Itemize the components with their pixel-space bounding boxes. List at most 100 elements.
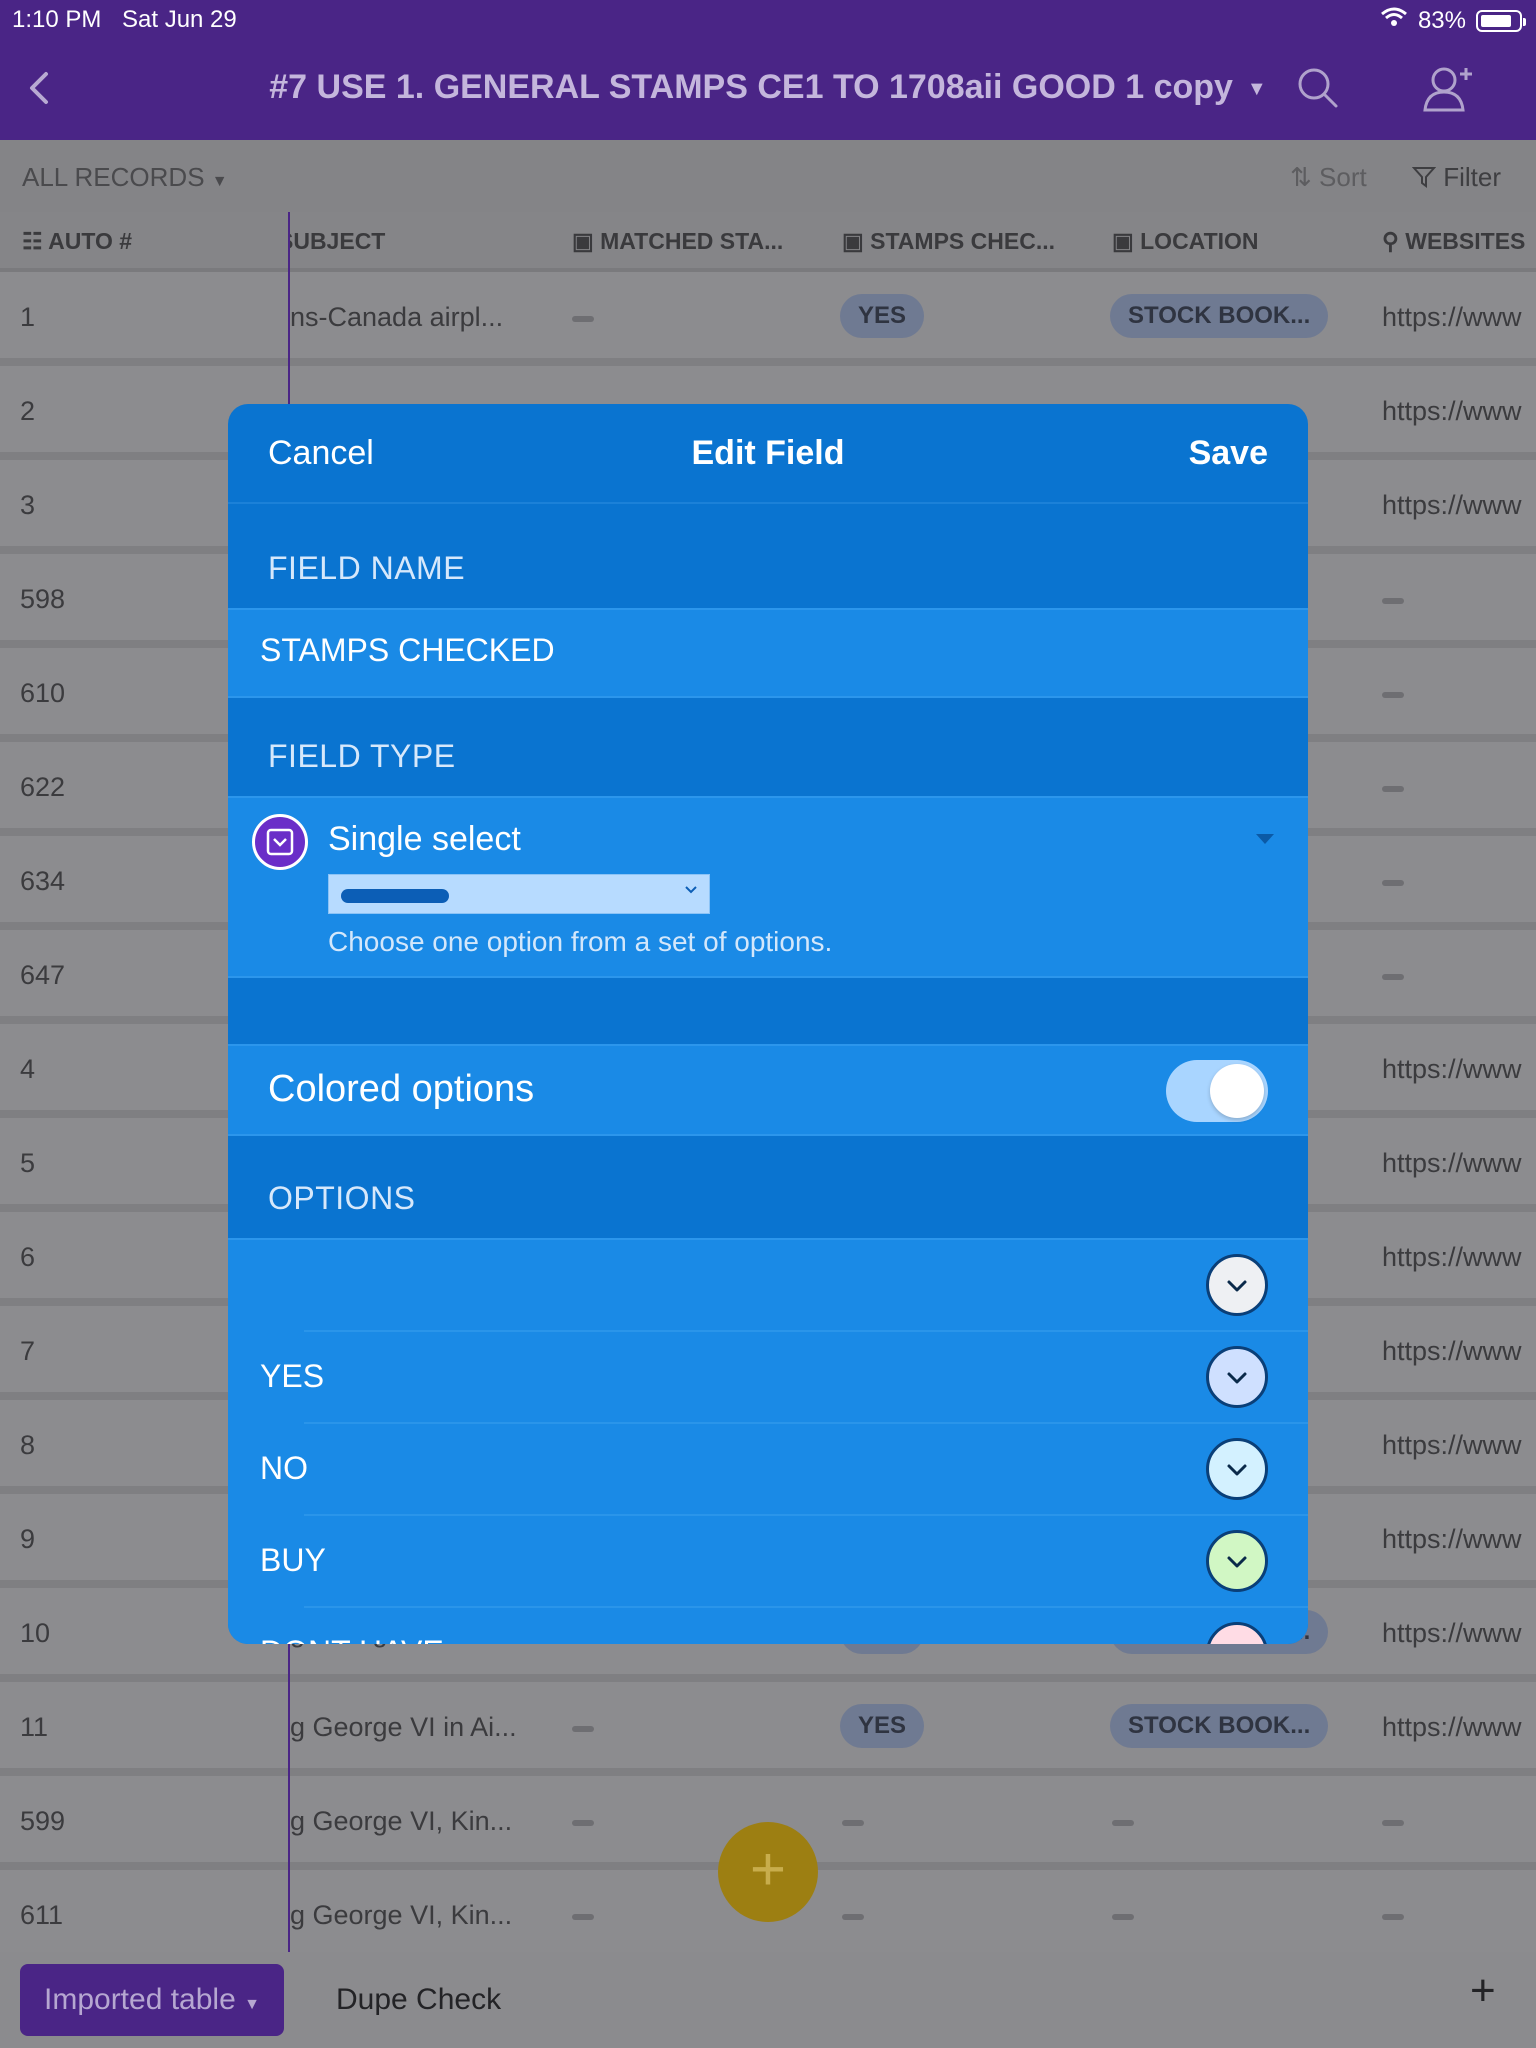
cell-auto-number: 3 — [20, 490, 36, 520]
option-color-chevron-icon[interactable] — [1206, 1346, 1268, 1408]
empty-value-dash — [1112, 1820, 1134, 1826]
cell-website: https://www — [1382, 1336, 1522, 1366]
sort-button[interactable]: ⇅ Sort — [1290, 162, 1367, 193]
column-header-websites[interactable]: ⚲ WEBSITES — [1382, 228, 1525, 255]
empty-value-dash — [572, 1726, 594, 1732]
link-icon: ⚲ — [1382, 228, 1399, 254]
cell-auto-number: 10 — [20, 1618, 51, 1648]
navigation-bar: #7 USE 1. GENERAL STAMPS CE1 TO 1708aii … — [0, 40, 1536, 140]
wifi-icon — [1380, 6, 1408, 35]
cell-subject: g George VI, Kin... — [290, 1900, 513, 1930]
dialog-title: Edit Field — [691, 434, 845, 472]
cell-website: https://www — [1382, 302, 1522, 332]
cell-auto-number: 6 — [20, 1242, 36, 1272]
colored-options-toggle[interactable] — [1166, 1060, 1268, 1122]
cell-auto-number: 599 — [20, 1806, 66, 1836]
edit-field-dialog: Cancel Edit Field Save FIELD NAME STAMPS… — [228, 404, 1308, 1644]
empty-value-dash — [1382, 692, 1404, 698]
cell-auto-number: 634 — [20, 866, 66, 896]
cell-website: https://www — [1382, 490, 1522, 520]
option-row[interactable]: YES — [228, 1332, 1308, 1424]
empty-value-dash — [842, 1820, 864, 1826]
column-header-auto[interactable]: ☷ AUTO # — [22, 228, 132, 255]
field-type-value: Single select — [328, 820, 521, 858]
select-field-icon: ▣ — [572, 228, 594, 254]
sort-icon: ⇅ — [1290, 162, 1312, 192]
table-header: ☷ AUTO # SUBJECT ▣ MATCHED STA... ▣ STAM… — [0, 212, 1536, 272]
empty-value-dash — [1382, 598, 1404, 604]
autonumber-icon: ☷ — [22, 228, 43, 254]
option-row[interactable]: DONT HAVE — [228, 1608, 1308, 1644]
status-bar: 1:10 PM Sat Jun 29 83% — [0, 0, 1536, 40]
column-header-matched[interactable]: ▣ MATCHED STA... — [572, 228, 783, 255]
battery-percent: 83% — [1417, 6, 1466, 34]
empty-value-dash — [1382, 880, 1404, 886]
status-time: 1:10 PM — [12, 6, 102, 33]
chevron-down-icon: ▼ — [1246, 77, 1267, 100]
cell-website: https://www — [1382, 1712, 1522, 1742]
option-row[interactable]: NO — [228, 1424, 1308, 1516]
battery-icon — [1476, 9, 1526, 32]
empty-value-dash — [572, 1820, 594, 1826]
search-icon[interactable] — [1296, 66, 1340, 110]
dialog-header: Cancel Edit Field Save — [228, 404, 1308, 504]
cell-auto-number: 9 — [20, 1524, 36, 1554]
options-label: OPTIONS — [268, 1180, 416, 1216]
field-type-picker[interactable]: Single select Choose one option from a s… — [228, 796, 1308, 978]
filter-button[interactable]: Filter — [1411, 162, 1501, 193]
empty-value-dash — [1382, 1820, 1404, 1826]
single-select-preview — [328, 874, 710, 914]
select-field-icon: ▣ — [1112, 228, 1134, 254]
colored-options-label: Colored options — [268, 1068, 535, 1110]
add-record-button[interactable]: + — [718, 1822, 818, 1922]
filter-icon — [1411, 162, 1443, 192]
cell-auto-number: 622 — [20, 772, 66, 802]
option-row[interactable] — [228, 1240, 1308, 1332]
option-row[interactable]: BUY — [228, 1516, 1308, 1608]
empty-value-dash — [1382, 786, 1404, 792]
cell-website: https://www — [1382, 1242, 1522, 1272]
chevron-down-icon: ▼ — [244, 1996, 260, 2013]
option-label: DONT HAVE — [260, 1634, 444, 1644]
cell-website: https://www — [1382, 1430, 1522, 1460]
field-name-field[interactable]: STAMPS CHECKED — [228, 608, 1308, 698]
cell-auto-number: 1 — [20, 302, 36, 332]
option-color-chevron-icon[interactable] — [1206, 1254, 1268, 1316]
stamps-checked-pill: YES — [840, 1704, 925, 1748]
share-user-icon[interactable] — [1422, 64, 1474, 112]
add-table-button[interactable]: + — [1470, 1966, 1496, 2016]
option-label: BUY — [260, 1542, 326, 1578]
tab-imported-table[interactable]: Imported table ▼ — [20, 1964, 284, 2036]
cell-auto-number: 8 — [20, 1430, 36, 1460]
empty-value-dash — [1382, 1914, 1404, 1920]
base-title: #7 USE 1. GENERAL STAMPS CE1 TO 1708aii … — [269, 68, 1233, 106]
cell-website: https://www — [1382, 1054, 1522, 1084]
table-row[interactable]: 1 ns-Canada airpl... YES STOCK BOOK... https… — [0, 272, 1536, 366]
column-header-subject[interactable]: SUBJECT — [290, 228, 410, 255]
table-toolbar: ALL RECORDS ▼ ⇅ Sort Filter — [0, 140, 1536, 212]
column-header-stamps-checked[interactable]: ▣ STAMPS CHEC... — [842, 228, 1055, 255]
option-color-chevron-icon[interactable] — [1206, 1438, 1268, 1500]
tab-dupe-check[interactable]: Dupe Check — [336, 1964, 501, 2036]
table-row[interactable]: 11 g George VI in Ai... YES STOCK BOOK... ht… — [0, 1682, 1536, 1776]
cell-subject: g George VI, Kin... — [290, 1806, 513, 1836]
single-select-icon — [252, 814, 308, 870]
column-header-location[interactable]: ▣ LOCATION — [1112, 228, 1259, 255]
cell-website: https://www — [1382, 1618, 1522, 1648]
view-switcher[interactable]: ALL RECORDS ▼ — [22, 162, 228, 193]
cell-subject: g George VI in Ai... — [290, 1712, 517, 1742]
options-list: YES NO BUY DONT HAVE — [228, 1238, 1308, 1644]
empty-value-dash — [1382, 974, 1404, 980]
save-button[interactable]: Save — [1189, 434, 1268, 473]
cell-website: https://www — [1382, 1524, 1522, 1554]
cell-auto-number: 5 — [20, 1148, 36, 1178]
option-label: NO — [260, 1450, 308, 1486]
chevron-down-icon: ▼ — [211, 173, 228, 190]
cell-auto-number: 11 — [20, 1712, 49, 1742]
status-right: 83% — [1380, 6, 1526, 35]
cell-auto-number: 7 — [20, 1336, 36, 1366]
option-color-chevron-icon[interactable] — [1206, 1530, 1268, 1592]
empty-value-dash — [842, 1914, 864, 1920]
chevron-down-icon — [683, 881, 699, 897]
option-color-chevron-icon[interactable] — [1206, 1622, 1268, 1644]
